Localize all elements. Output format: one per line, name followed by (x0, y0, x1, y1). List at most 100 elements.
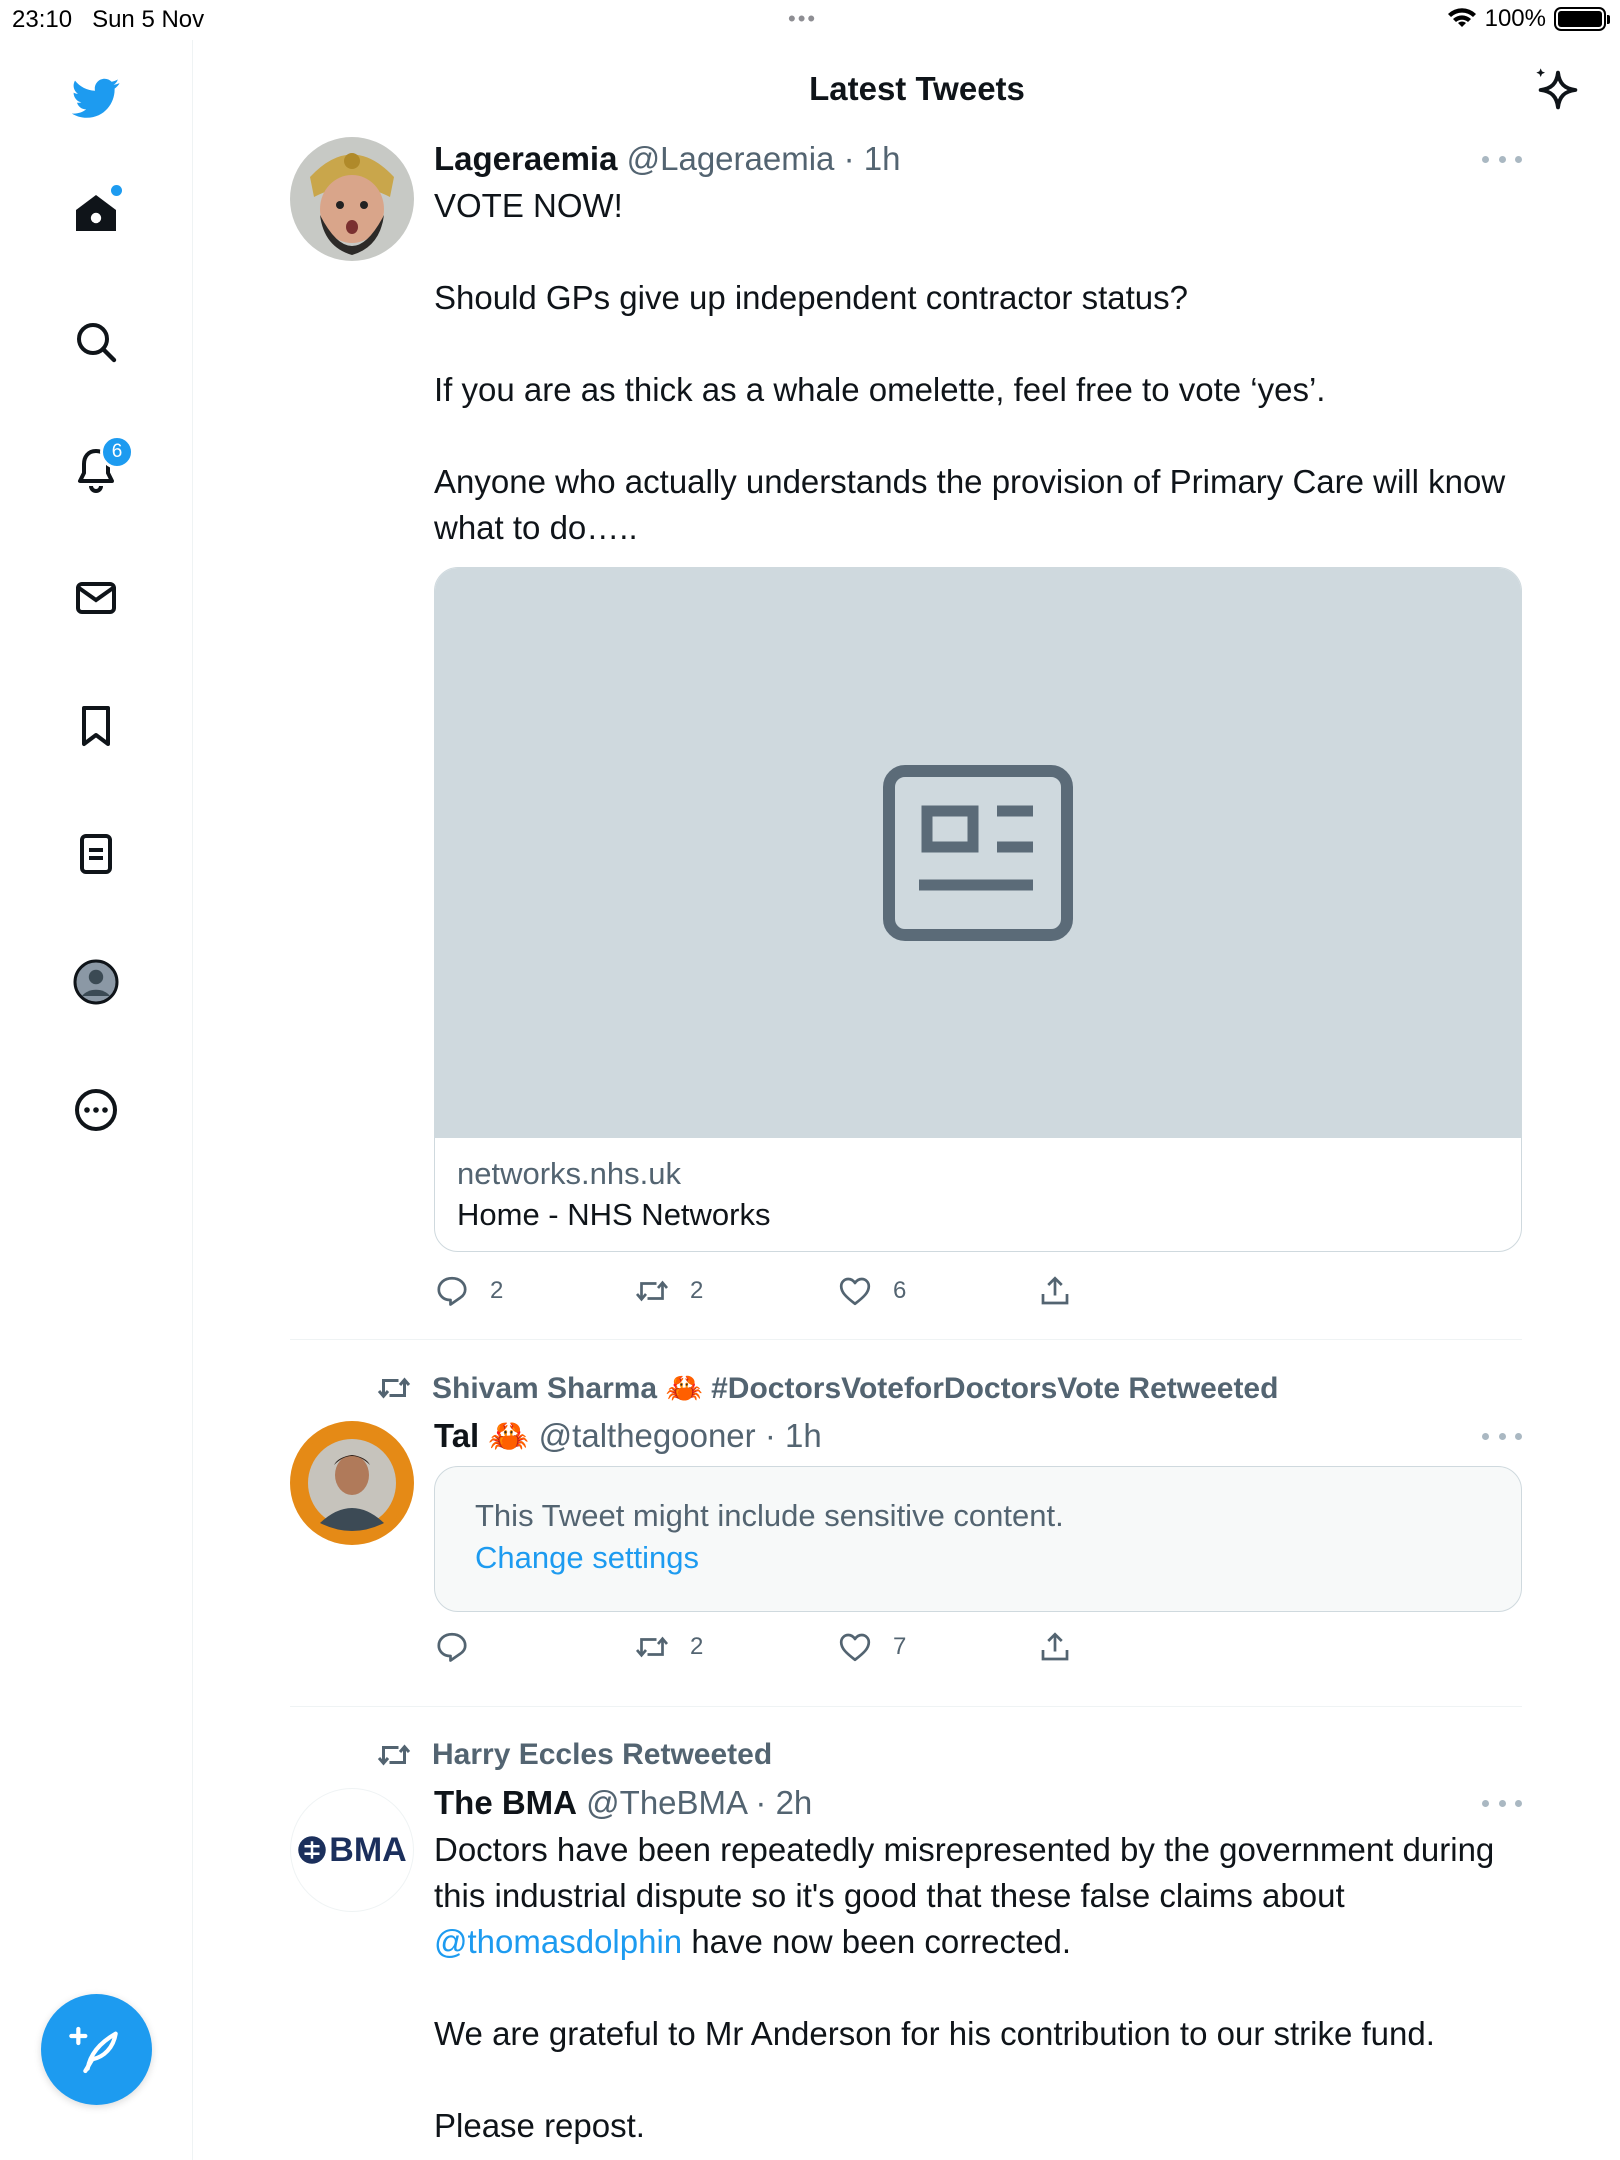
tweet-divider (290, 1339, 1522, 1340)
sidebar-item-more[interactable] (66, 1080, 126, 1140)
display-name[interactable]: Tal 🦀 (434, 1417, 530, 1454)
status-bar: 23:10 Sun 5 Nov ••• 100% (0, 0, 1620, 40)
like-button[interactable]: 6 (837, 1273, 906, 1309)
sparkle-icon[interactable] (1532, 64, 1584, 116)
avatar-icon (73, 959, 119, 1005)
search-icon (77, 323, 117, 363)
sidebar-item-home[interactable] (66, 183, 126, 243)
notification-badge: 6 (100, 435, 134, 469)
tweet-paragraph: We are grateful to Mr Anderson for his c… (434, 2015, 1435, 2052)
sidebar-item-explore[interactable] (66, 312, 126, 372)
avatar[interactable]: BMA (290, 1788, 414, 1912)
tweet-paragraph: Should GPs give up independent contracto… (434, 279, 1188, 316)
tweet-text-part: have now been corrected. (682, 1923, 1072, 1960)
sidebar-item-lists[interactable] (66, 824, 126, 884)
tweet-paragraph: VOTE NOW! (434, 187, 623, 224)
retweet-button[interactable]: 2 (634, 1629, 703, 1665)
tweet-text: VOTE NOW! Should GPs give up independent… (434, 183, 1522, 551)
page-title: Latest Tweets (809, 70, 1025, 107)
avatar[interactable] (290, 1421, 414, 1545)
timestamp[interactable]: · 1h (844, 140, 901, 177)
tweet-actions: 2 2 6 (434, 1273, 1084, 1313)
tweet-paragraph: Anyone who actually understands the prov… (434, 463, 1506, 546)
tweet-meta: Tal 🦀 @talthegooner · 1h (434, 1414, 1522, 1458)
timestamp[interactable]: · 1h (765, 1417, 822, 1454)
sidebar: 6 (0, 40, 193, 2160)
retweet-count: 2 (690, 1277, 704, 1304)
share-button[interactable] (1037, 1273, 1073, 1309)
reply-button[interactable] (434, 1629, 490, 1665)
avatar[interactable] (290, 137, 414, 261)
retweet-icon (635, 1280, 669, 1302)
like-button[interactable]: 7 (837, 1629, 906, 1665)
timestamp[interactable]: · 2h (755, 1784, 812, 1821)
tweet-text-part: Doctors have been repeatedly misrepresen… (434, 1831, 1495, 1914)
sidebar-item-bookmarks[interactable] (66, 696, 126, 756)
heart-icon (839, 1633, 871, 1662)
multitasking-dots-icon[interactable]: ••• (788, 6, 817, 32)
status-clock: 23:10 (12, 6, 73, 33)
link-card[interactable]: networks.nhs.uk Home - NHS Networks (434, 567, 1522, 1252)
more-options-icon[interactable] (1482, 1793, 1522, 1813)
retweeted-by-label: Shivam Sharma 🦀 #DoctorsVoteforDoctorsVo… (432, 1371, 1279, 1405)
card-media (435, 568, 1521, 1138)
handle[interactable]: @Lageraemia (627, 140, 835, 177)
battery-icon (1554, 7, 1610, 31)
share-button[interactable] (1037, 1629, 1073, 1665)
sidebar-item-profile[interactable] (66, 952, 126, 1012)
retweet-count: 2 (690, 1633, 704, 1660)
handle[interactable]: @TheBMA (586, 1784, 746, 1821)
like-count: 7 (893, 1633, 907, 1660)
sidebar-item-messages[interactable] (66, 568, 126, 628)
tweet-paragraph: Please repost. (434, 2107, 645, 2144)
status-time: 23:10 Sun 5 Nov (12, 6, 204, 34)
card-domain: networks.nhs.uk (457, 1156, 681, 1191)
tweet-paragraph: If you are as thick as a whale omelette,… (434, 371, 1326, 408)
list-icon (80, 834, 112, 874)
card-body: networks.nhs.uk Home - NHS Networks (435, 1138, 1521, 1251)
battery-fill (1558, 11, 1602, 27)
bookmark-icon (82, 706, 110, 746)
home-icon (76, 195, 116, 231)
display-name[interactable]: The BMA (434, 1784, 577, 1821)
share-icon (1041, 1632, 1069, 1661)
like-count: 6 (893, 1277, 907, 1304)
more-options-icon[interactable] (1482, 1426, 1522, 1446)
retweet-icon (377, 1377, 411, 1399)
reply-icon (437, 1632, 467, 1662)
reply-button[interactable]: 2 (434, 1273, 503, 1309)
retweet-context[interactable]: Harry Eccles Retweeted (374, 1737, 772, 1773)
retweet-context[interactable]: Shivam Sharma 🦀 #DoctorsVoteforDoctorsVo… (374, 1370, 1278, 1406)
timeline-header: Latest Tweets (194, 40, 1620, 140)
sidebar-item-notifications[interactable]: 6 (66, 435, 134, 499)
display-name[interactable]: Lageraemia (434, 140, 617, 177)
retweet-button[interactable]: 2 (634, 1273, 703, 1309)
feather-plus-icon (68, 2026, 118, 2073)
heart-icon (839, 1277, 871, 1306)
retweet-icon (635, 1636, 669, 1658)
compose-tweet-button[interactable] (41, 1994, 152, 2105)
change-settings-link[interactable]: Change settings (475, 1537, 1481, 1579)
tweet-meta: Lageraemia @Lageraemia · 1h (434, 137, 1522, 181)
retweeted-by-label: Harry Eccles Retweeted (432, 1738, 773, 1771)
tweet-meta: The BMA @TheBMA · 2h (434, 1781, 1522, 1825)
retweet-icon (377, 1744, 411, 1766)
card-title: Home - NHS Networks (457, 1197, 771, 1232)
more-options-icon[interactable] (1482, 149, 1522, 169)
tweet-divider (290, 1706, 1522, 1707)
twitter-logo-icon[interactable] (66, 68, 126, 128)
status-date: Sun 5 Nov (92, 6, 205, 33)
battery-percent: 100% (1484, 5, 1546, 32)
sensitive-text: This Tweet might include sensitive conte… (475, 1498, 1064, 1533)
share-icon (1041, 1276, 1069, 1305)
tweet-actions: 2 7 (434, 1629, 1084, 1669)
tweet-paragraph: Doctors have been repeatedly misrepresen… (434, 1827, 1522, 1965)
mail-icon (76, 582, 116, 614)
handle[interactable]: @talthegooner (539, 1417, 756, 1454)
mention-link[interactable]: @thomasdolphin (434, 1923, 682, 1960)
status-right: 100% (1447, 5, 1610, 33)
reply-count: 2 (490, 1277, 504, 1304)
more-circle-icon (75, 1089, 117, 1131)
bma-logo-icon (298, 1836, 327, 1864)
article-icon (883, 765, 1073, 941)
